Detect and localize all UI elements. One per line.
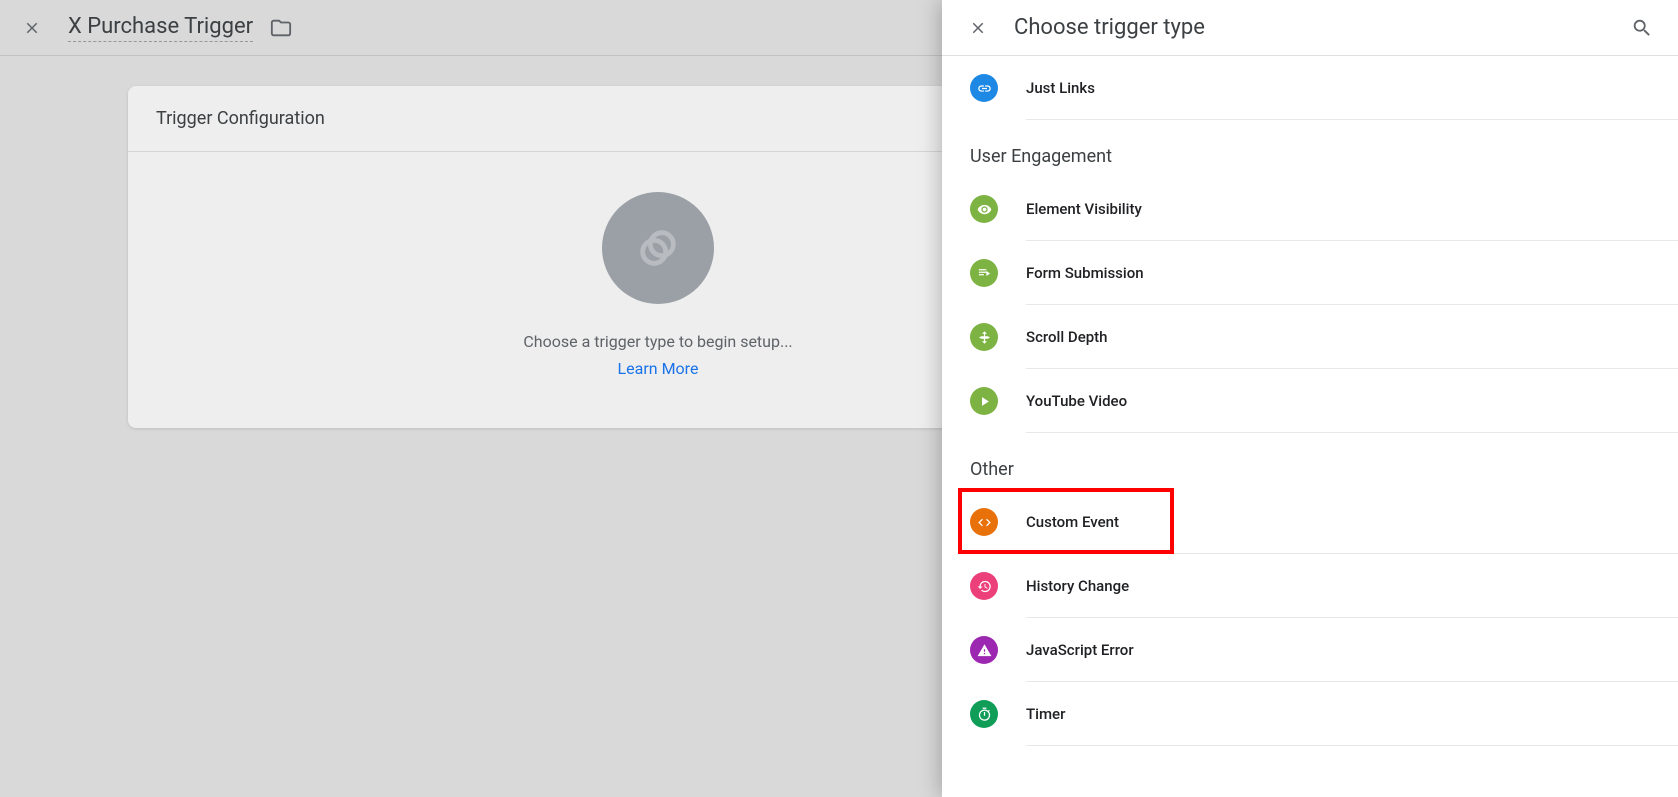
scroll-icon [970,323,998,351]
folder-icon[interactable] [269,16,293,40]
form-icon [970,259,998,287]
trigger-type-form-submission[interactable]: Form Submission [970,241,1650,305]
trigger-label: Element Visibility [1026,200,1142,218]
close-panel-button[interactable] [966,16,990,40]
timer-icon [970,700,998,728]
section-other: Other [970,433,1650,490]
code-icon [970,508,998,536]
search-button[interactable] [1630,16,1654,40]
trigger-type-element-visibility[interactable]: Element Visibility [970,177,1650,241]
play-icon [970,387,998,415]
trigger-type-history-change[interactable]: History Change [970,554,1650,618]
section-user-engagement: User Engagement [970,120,1650,177]
trigger-label: History Change [1026,577,1129,595]
trigger-label: Form Submission [1026,264,1144,282]
panel-title: Choose trigger type [1014,15,1630,40]
trigger-label: Custom Event [1026,513,1119,531]
trigger-type-custom-event[interactable]: Custom Event [970,490,1650,554]
trigger-label: Just Links [1026,79,1095,97]
trigger-type-timer[interactable]: Timer [970,682,1650,746]
panel-header: Choose trigger type [942,0,1678,56]
history-icon [970,572,998,600]
learn-more-link[interactable]: Learn More [618,359,699,378]
trigger-type-just-links[interactable]: Just Links [970,56,1650,120]
trigger-name-input[interactable]: X Purchase Trigger [68,14,253,42]
panel-list: Just Links User Engagement Element Visib… [942,56,1678,797]
link-icon [970,74,998,102]
close-editor-button[interactable] [20,16,44,40]
trigger-type-javascript-error[interactable]: JavaScript Error [970,618,1650,682]
placeholder-icon [602,192,714,304]
warning-icon [970,636,998,664]
trigger-label: YouTube Video [1026,392,1127,410]
eye-icon [970,195,998,223]
trigger-label: Timer [1026,705,1065,723]
trigger-type-youtube-video[interactable]: YouTube Video [970,369,1650,433]
trigger-type-scroll-depth[interactable]: Scroll Depth [970,305,1650,369]
choose-trigger-panel: Choose trigger type Just Links User Enga… [942,0,1678,797]
trigger-label: JavaScript Error [1026,641,1134,659]
placeholder-text: Choose a trigger type to begin setup... [523,332,792,351]
trigger-label: Scroll Depth [1026,328,1108,346]
